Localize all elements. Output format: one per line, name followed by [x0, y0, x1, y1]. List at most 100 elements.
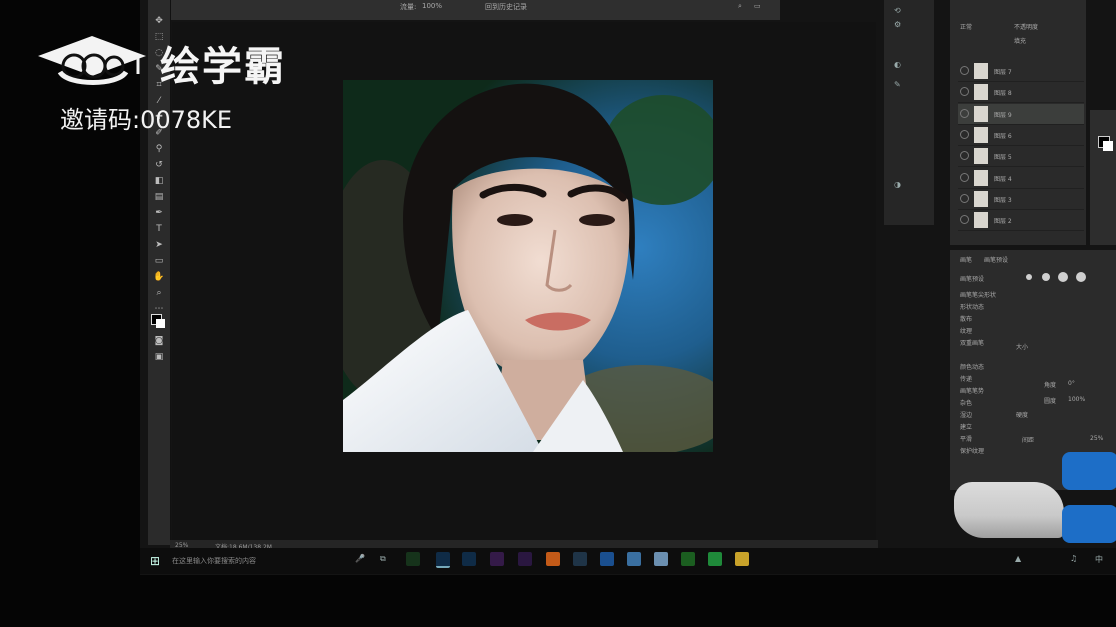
visibility-eye-icon[interactable]	[960, 66, 969, 75]
brush-tip-preset[interactable]	[1076, 272, 1086, 282]
channels-panel-icon[interactable]: ◐	[894, 60, 901, 69]
file-explorer-icon[interactable]	[735, 552, 749, 566]
brush-option[interactable]: 传递	[960, 374, 972, 383]
visibility-eye-icon[interactable]	[960, 130, 969, 139]
history-label[interactable]: 回到历史记录	[485, 2, 527, 12]
history-brush-icon[interactable]: ↺	[152, 160, 166, 170]
brush-option[interactable]: 湿边	[960, 410, 972, 419]
brush-option[interactable]: 颜色动态	[960, 362, 984, 371]
options-bar: 流量: 100% 回到历史记录 ⌕ ▭	[170, 0, 780, 20]
illustrator-app-icon[interactable]	[546, 552, 560, 566]
artwork-portrait[interactable]	[343, 80, 713, 452]
layer-row[interactable]: 图层 2	[958, 210, 1084, 231]
edge-app-icon[interactable]	[600, 552, 614, 566]
visibility-eye-icon[interactable]	[960, 215, 969, 224]
brush-roundness-value[interactable]: 100%	[1068, 396, 1085, 403]
brush-option[interactable]: 建立	[960, 422, 972, 431]
brush-angle-label: 角度	[1044, 382, 1057, 389]
panel-background-swatch[interactable]	[1103, 141, 1113, 151]
app-badge-top[interactable]	[1062, 452, 1116, 490]
photoshop2-app-icon[interactable]	[462, 552, 476, 566]
type-tool-icon[interactable]: T	[152, 224, 166, 234]
after-effects-app-icon[interactable]	[518, 552, 532, 566]
brush-tip-shape[interactable]: 画笔笔尖形状	[960, 290, 996, 299]
brush-option[interactable]: 纹理	[960, 326, 972, 335]
graduation-cap-logo-icon	[38, 36, 146, 85]
blend-mode-select[interactable]: 正常	[960, 22, 972, 31]
brush-option[interactable]: 形状动态	[960, 302, 984, 311]
zoom-tool-icon[interactable]: ⌕	[152, 288, 166, 298]
properties-panel-icon[interactable]: ⚙	[894, 20, 901, 29]
brush-tip-preset[interactable]	[1058, 272, 1068, 282]
path-select-icon[interactable]: ➤	[152, 240, 166, 250]
photoshop-app-icon[interactable]	[436, 552, 450, 568]
brush-tip-preset[interactable]	[1026, 274, 1032, 280]
hand-tool-icon[interactable]: ✋	[152, 272, 166, 282]
wechat-app-icon[interactable]	[681, 552, 695, 566]
tray-volume-icon[interactable]: ♫	[1070, 554, 1077, 563]
layer-name: 图层 8	[994, 90, 1012, 97]
brush-option[interactable]: 杂色	[960, 398, 972, 407]
quick-mask-icon[interactable]: ◙	[152, 336, 166, 346]
visibility-eye-icon[interactable]	[960, 194, 969, 203]
brush-tip-preset[interactable]	[1042, 273, 1050, 281]
brush-option[interactable]: 平滑	[960, 434, 972, 443]
background-color-swatch[interactable]	[156, 319, 165, 328]
layer-name: 图层 5	[994, 154, 1012, 161]
taskbar-search[interactable]: 在这里输入你要搜索的内容	[172, 552, 372, 570]
brush-angle-value[interactable]: 0°	[1068, 380, 1075, 387]
adjust-panel-icon[interactable]: ◑	[894, 180, 901, 189]
opacity-value[interactable]: 100%	[422, 2, 442, 10]
brush-option[interactable]: 画笔笔势	[960, 386, 984, 395]
visibility-eye-icon[interactable]	[960, 173, 969, 182]
brush-presets-button[interactable]: 画笔预设	[960, 274, 984, 283]
shape-tool-icon[interactable]: ▭	[152, 256, 166, 266]
tab-brush-presets[interactable]: 画笔预设	[984, 255, 1008, 264]
tray-network-icon[interactable]: ▲	[1015, 554, 1021, 563]
pen-tool-icon[interactable]: ✒	[152, 208, 166, 218]
animate-app-icon[interactable]	[406, 552, 420, 566]
layer-thumbnail	[974, 127, 988, 143]
eraser-tool-icon[interactable]: ◧	[152, 176, 166, 186]
layer-row-selected[interactable]: 图层 9	[958, 104, 1084, 125]
control-panel-icon[interactable]	[654, 552, 668, 566]
task-view-icon[interactable]: ⧉	[380, 554, 386, 564]
brush-option[interactable]: 散布	[960, 314, 972, 323]
tab-brush[interactable]: 画笔	[960, 255, 972, 264]
app-badge-bottom[interactable]	[1062, 505, 1116, 543]
microphone-icon[interactable]: 🎤	[355, 554, 365, 563]
history-panel-icon[interactable]: ⟲	[894, 6, 901, 15]
screen-mode-icon[interactable]: ▣	[152, 352, 166, 362]
brush-option[interactable]: 双重画笔	[960, 338, 984, 347]
visibility-eye-icon[interactable]	[960, 109, 969, 118]
brush-option[interactable]: 保护纹理	[960, 446, 984, 455]
layer-row[interactable]: 图层 3	[958, 189, 1084, 210]
store-app-icon[interactable]	[627, 552, 641, 566]
layer-thumbnail	[974, 63, 988, 79]
stamp-tool-icon[interactable]: ⚲	[152, 144, 166, 154]
portrait-painting	[343, 80, 713, 452]
panel-icon-strip: ⟲ ⚙ ◐ ✎ ◑	[884, 0, 934, 225]
green-app-icon[interactable]	[708, 552, 722, 566]
move-tool-icon[interactable]: ✥	[152, 16, 166, 26]
layer-name: 图层 7	[994, 69, 1012, 76]
windows-start-icon[interactable]: ⊞	[150, 554, 160, 568]
paths-panel-icon[interactable]: ✎	[894, 80, 901, 89]
gradient-tool-icon[interactable]: ▤	[152, 192, 166, 202]
visibility-eye-icon[interactable]	[960, 87, 969, 96]
layer-row[interactable]: 图层 6	[958, 125, 1084, 146]
layer-row[interactable]: 图层 7	[958, 61, 1084, 82]
premiere-app-icon[interactable]	[490, 552, 504, 566]
layer-name: 图层 6	[994, 133, 1012, 140]
search-icon[interactable]: ⌕	[738, 2, 742, 11]
more-tools-icon[interactable]: ⋯	[152, 304, 166, 314]
tray-ime-icon[interactable]: 中	[1095, 554, 1103, 565]
workspace-icon[interactable]: ▭	[754, 2, 761, 10]
layer-row[interactable]: 图层 4	[958, 168, 1084, 189]
layer-row[interactable]: 图层 5	[958, 146, 1084, 167]
lightroom-app-icon[interactable]	[573, 552, 587, 566]
brush-stroke-preview	[954, 482, 1064, 538]
layer-row[interactable]: 图层 8	[958, 82, 1084, 103]
brush-spacing-value[interactable]: 25%	[1090, 435, 1103, 442]
visibility-eye-icon[interactable]	[960, 151, 969, 160]
